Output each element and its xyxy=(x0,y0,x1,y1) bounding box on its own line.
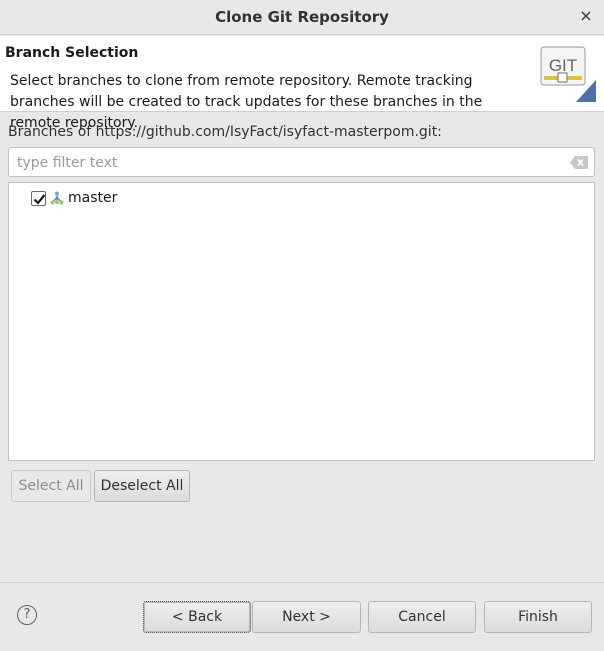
filter-field[interactable] xyxy=(8,147,595,177)
branch-row-master[interactable]: master xyxy=(31,188,117,208)
cancel-button[interactable]: Cancel xyxy=(368,601,476,633)
checkmark-icon xyxy=(33,193,46,205)
git-logo-icon: GIT xyxy=(540,46,596,102)
branches-label: Branches of https://github.com/IsyFact/i… xyxy=(8,124,442,140)
branch-label: master xyxy=(68,190,118,206)
close-icon[interactable]: × xyxy=(578,7,594,25)
wizard-header: Branch Selection Select branches to clon… xyxy=(0,36,604,131)
clear-filter-icon[interactable] xyxy=(570,156,588,169)
branch-tree[interactable]: master xyxy=(8,182,595,461)
filter-input[interactable] xyxy=(17,153,557,173)
select-all-button[interactable]: Select All xyxy=(11,470,91,502)
window-title: Clone Git Repository xyxy=(215,8,389,26)
footer-separator xyxy=(0,582,604,583)
branch-icon xyxy=(50,191,64,205)
branch-checkbox[interactable] xyxy=(31,190,46,206)
back-button[interactable]: < Back xyxy=(143,601,251,633)
deselect-all-button[interactable]: Deselect All xyxy=(94,470,190,502)
help-icon[interactable]: ? xyxy=(17,605,37,625)
title-bar: Clone Git Repository × xyxy=(0,0,604,35)
finish-button[interactable]: Finish xyxy=(484,601,592,633)
page-title: Branch Selection xyxy=(5,45,139,61)
git-logo-text: GIT xyxy=(549,56,577,75)
next-button[interactable]: Next > xyxy=(252,601,361,633)
